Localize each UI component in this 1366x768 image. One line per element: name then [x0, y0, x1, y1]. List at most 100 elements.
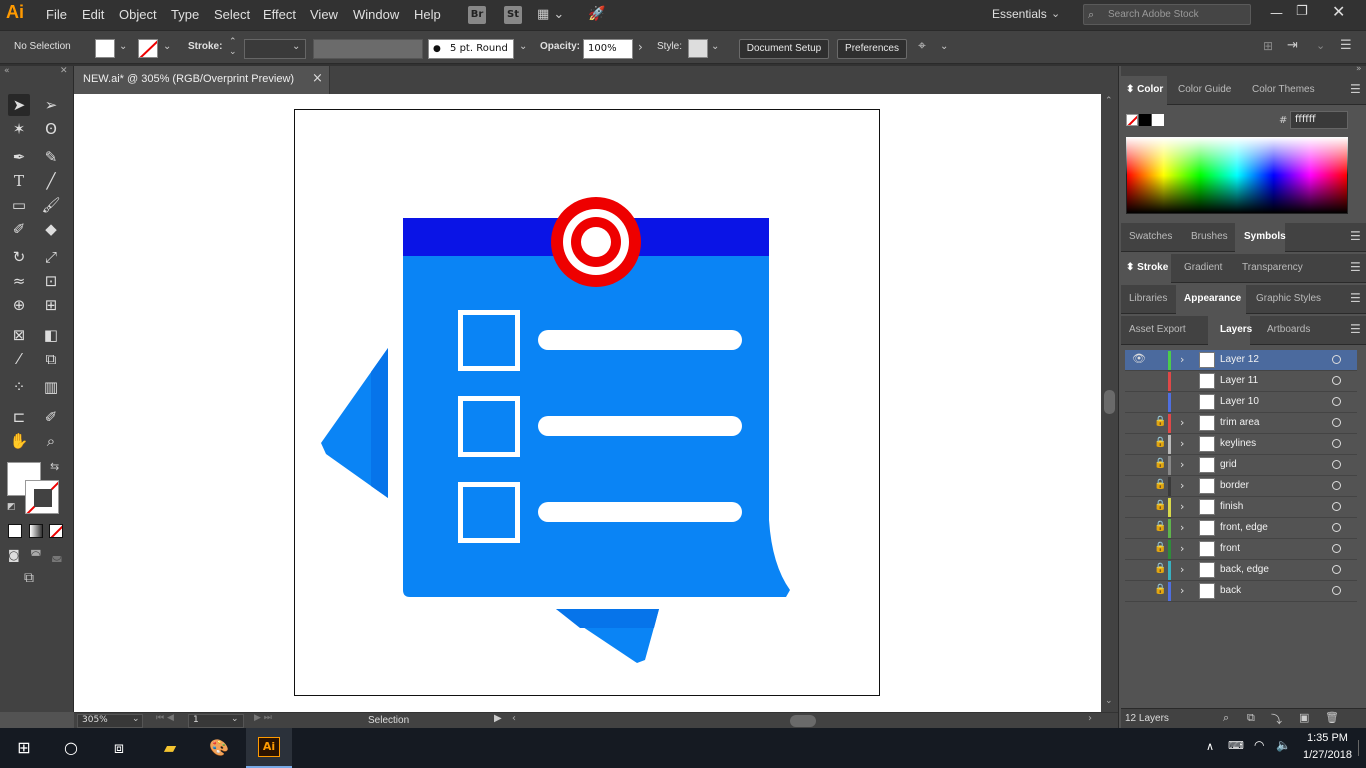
panel-menu-icon[interactable]: ☰: [1350, 229, 1361, 243]
layer-name[interactable]: Layer 10: [1220, 396, 1259, 407]
layer-row[interactable]: 🔒 › grid: [1125, 455, 1357, 476]
tab-artboards[interactable]: Artboards: [1267, 324, 1310, 335]
tab-layers[interactable]: Layers: [1220, 324, 1252, 335]
layer-name[interactable]: trim area: [1220, 417, 1259, 428]
panel-menu-icon[interactable]: ☰: [1350, 322, 1361, 336]
tab-libraries[interactable]: Libraries: [1129, 293, 1167, 304]
chevron-right-icon[interactable]: ›: [1180, 563, 1184, 576]
lock-icon[interactable]: 🔒: [1154, 584, 1166, 595]
layer-name[interactable]: Layer 12: [1220, 354, 1259, 365]
wifi-icon[interactable]: ◠: [1254, 738, 1264, 752]
first-artboard-icon[interactable]: ⏮ ◀: [156, 713, 174, 723]
chevron-right-icon[interactable]: ›: [1180, 542, 1184, 555]
volume-icon[interactable]: 🔈: [1276, 738, 1291, 752]
chevron-right-icon[interactable]: ›: [1180, 458, 1184, 471]
chevron-right-icon[interactable]: ›: [1180, 500, 1184, 513]
taskbar-illustrator[interactable]: Ai: [246, 728, 292, 768]
panel-menu-icon[interactable]: ☰: [1350, 82, 1361, 96]
task-view-icon[interactable]: ⧈: [108, 737, 130, 759]
target-icon[interactable]: [1332, 502, 1341, 511]
tab-color[interactable]: ⬍ Color: [1126, 84, 1163, 95]
target-icon[interactable]: [1332, 355, 1341, 364]
layer-row[interactable]: 🔒 › finish: [1125, 497, 1357, 518]
vertical-scrollbar[interactable]: ⌃ ⌄: [1101, 94, 1118, 712]
lock-icon[interactable]: 🔒: [1154, 437, 1166, 448]
target-icon[interactable]: [1332, 523, 1341, 532]
lock-icon[interactable]: 🔒: [1154, 479, 1166, 490]
layer-name[interactable]: back: [1220, 585, 1241, 596]
last-artboard-icon[interactable]: ▶ ⏭: [254, 713, 272, 723]
artboard-number-field[interactable]: 1 ⌄: [188, 714, 244, 728]
layer-row[interactable]: 🔒 › keylines: [1125, 434, 1357, 455]
panel-menu-icon[interactable]: ☰: [1350, 260, 1361, 274]
panel-menu-icon[interactable]: ☰: [1350, 291, 1361, 305]
language-icon[interactable]: ⌨: [1228, 739, 1244, 752]
target-icon[interactable]: [1332, 460, 1341, 469]
tab-brushes[interactable]: Brushes: [1191, 231, 1228, 242]
lock-icon[interactable]: 🔒: [1154, 563, 1166, 574]
layer-row[interactable]: 🔒 › trim area: [1125, 413, 1357, 434]
scroll-right-icon[interactable]: ›: [1088, 713, 1092, 724]
layer-row[interactable]: 👁 › Layer 12: [1125, 350, 1357, 371]
white-swatch[interactable]: [1152, 114, 1164, 126]
chevron-right-icon[interactable]: ›: [1180, 416, 1184, 429]
layer-row[interactable]: 🔒 › border: [1125, 476, 1357, 497]
tab-color-guide[interactable]: Color Guide: [1178, 84, 1231, 95]
new-layer-icon[interactable]: ▣: [1299, 711, 1309, 724]
chevron-right-icon[interactable]: ›: [1180, 353, 1184, 366]
lock-icon[interactable]: 🔒: [1154, 521, 1166, 532]
clipping-mask-icon[interactable]: ⧉: [1247, 711, 1255, 725]
scroll-left-icon[interactable]: ‹: [512, 713, 516, 724]
paint-icon[interactable]: 🎨: [208, 737, 230, 759]
clock-time[interactable]: 1:35 PM: [1307, 732, 1348, 744]
layer-row[interactable]: 🔒 › front: [1125, 539, 1357, 560]
locate-object-icon[interactable]: ⌕: [1223, 711, 1229, 725]
tab-symbols[interactable]: Symbols: [1244, 231, 1286, 242]
tab-stroke[interactable]: ⬍ Stroke: [1126, 262, 1168, 273]
layer-name[interactable]: front, edge: [1220, 522, 1268, 533]
scroll-down-icon[interactable]: ⌄: [1105, 696, 1113, 706]
chevron-right-icon[interactable]: ›: [1180, 584, 1184, 597]
hex-input[interactable]: ffffff: [1290, 111, 1348, 129]
layer-row[interactable]: 🔒 › front, edge: [1125, 518, 1357, 539]
target-icon[interactable]: [1332, 376, 1341, 385]
tab-graphic-styles[interactable]: Graphic Styles: [1256, 293, 1321, 304]
target-icon[interactable]: [1332, 481, 1341, 490]
lock-icon[interactable]: 🔒: [1154, 500, 1166, 511]
layer-name[interactable]: back, edge: [1220, 564, 1269, 575]
layer-name[interactable]: border: [1220, 480, 1249, 491]
zoom-field[interactable]: 305% ⌄: [77, 714, 143, 728]
horizontal-scroll-thumb[interactable]: [790, 715, 816, 727]
expand-icon[interactable]: »: [1356, 64, 1362, 74]
lock-icon[interactable]: 🔒: [1154, 458, 1166, 469]
layer-name[interactable]: Layer 11: [1220, 375, 1258, 386]
chevron-up-icon[interactable]: ∧: [1206, 740, 1214, 753]
status-menu-icon[interactable]: ▶: [494, 713, 502, 724]
tab-appearance[interactable]: Appearance: [1184, 293, 1241, 304]
chevron-right-icon[interactable]: ›: [1180, 479, 1184, 492]
scroll-thumb[interactable]: [1104, 390, 1115, 414]
target-icon[interactable]: [1332, 439, 1341, 448]
layer-name[interactable]: keylines: [1220, 438, 1256, 449]
file-explorer-icon[interactable]: ▰: [159, 737, 181, 759]
tab-gradient[interactable]: Gradient: [1184, 262, 1222, 273]
layer-name[interactable]: finish: [1220, 501, 1243, 512]
black-swatch[interactable]: [1139, 114, 1151, 126]
layer-row[interactable]: Layer 10: [1125, 392, 1357, 413]
tab-swatches[interactable]: Swatches: [1129, 231, 1172, 242]
chevron-right-icon[interactable]: ›: [1180, 521, 1184, 534]
layer-row[interactable]: Layer 11: [1125, 371, 1357, 392]
tab-asset-export[interactable]: Asset Export: [1129, 324, 1186, 335]
cortana-icon[interactable]: ○: [60, 737, 82, 759]
scroll-up-icon[interactable]: ⌃: [1105, 96, 1113, 106]
layer-name[interactable]: grid: [1220, 459, 1237, 470]
layer-name[interactable]: front: [1220, 543, 1240, 554]
clock-date[interactable]: 1/27/2018: [1303, 749, 1352, 761]
layer-row[interactable]: 🔒 › back: [1125, 581, 1357, 602]
target-icon[interactable]: [1332, 397, 1341, 406]
new-sublayer-icon[interactable]: ⤵: [1271, 711, 1282, 727]
tab-color-themes[interactable]: Color Themes: [1252, 84, 1315, 95]
chevron-right-icon[interactable]: ›: [1180, 437, 1184, 450]
delete-layer-icon[interactable]: 🗑: [1325, 711, 1339, 724]
windows-start-icon[interactable]: ⊞: [13, 737, 35, 759]
